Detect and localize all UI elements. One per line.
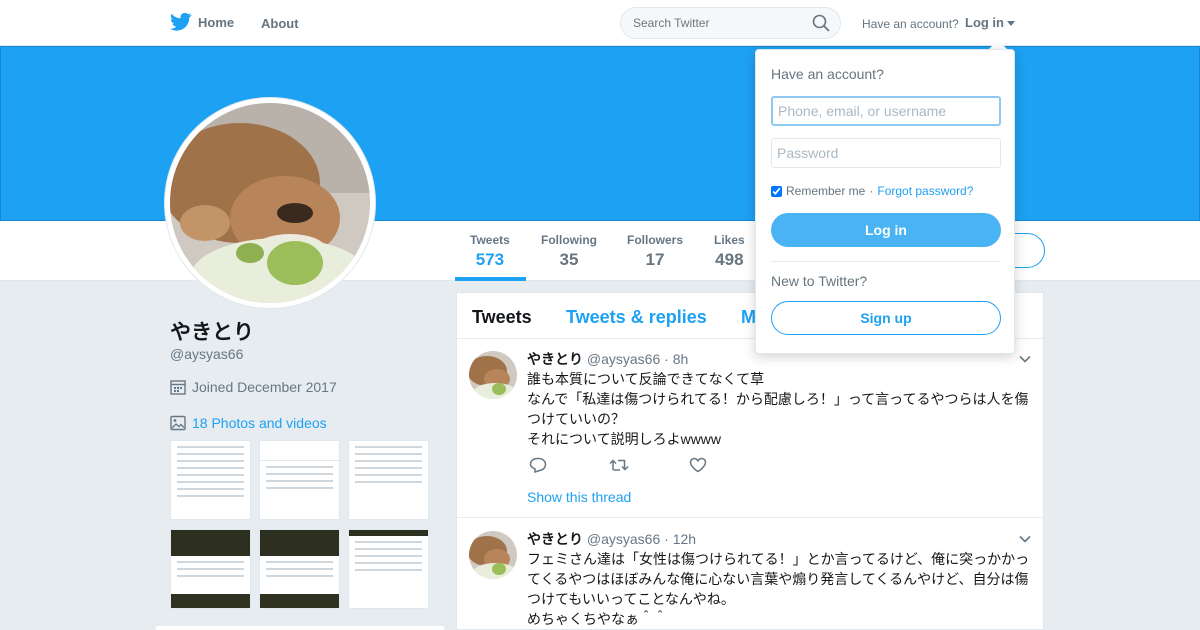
login-dropdown-toggle[interactable]: Log in bbox=[965, 15, 1015, 30]
retweet-icon bbox=[609, 459, 629, 471]
tweet-text-line: てくるやつはほぼみんな俺に心ない言葉や煽り発言してくるんやけど、自分は傷 bbox=[527, 571, 1029, 587]
username-field[interactable] bbox=[771, 96, 1001, 126]
profile-avatar-frame bbox=[165, 98, 375, 308]
tweet-author-name[interactable]: やきとり bbox=[527, 531, 583, 547]
tweet-actions bbox=[529, 457, 769, 475]
photo-icon bbox=[170, 415, 186, 431]
forgot-password-link[interactable]: Forgot password? bbox=[877, 184, 973, 198]
stat-label: Followers bbox=[627, 233, 684, 247]
twitter-bird-icon bbox=[170, 12, 192, 31]
tab-media[interactable]: M bbox=[741, 307, 756, 328]
tweet-text-line: なんで「私達は傷つけられてる！から配慮しろ！」って言ってるやつらは人を傷 bbox=[527, 391, 1029, 407]
remember-me-row: Remember me · Forgot password? bbox=[771, 184, 973, 198]
stat-followers[interactable]: Followers 17 bbox=[627, 233, 683, 270]
retweet-button[interactable] bbox=[609, 457, 689, 475]
tweet-timestamp[interactable]: · 8h bbox=[664, 351, 688, 367]
tweet-text-line: めちゃくちやなぁ＾＾ bbox=[527, 611, 667, 627]
joined-date-text: Joined December 2017 bbox=[192, 379, 337, 395]
profile-avatar[interactable] bbox=[170, 103, 370, 303]
stat-tweets[interactable]: Tweets 573 bbox=[470, 233, 510, 270]
tweet-text-line: 誰も本質について反論できてなくて草 bbox=[527, 371, 765, 387]
tweet-timestamp[interactable]: · 12h bbox=[664, 531, 696, 547]
tweet-text-line: それについて説明しろよwwww bbox=[527, 431, 722, 447]
separator-dot: · bbox=[869, 184, 874, 198]
login-dropdown: Have an account? Remember me · Forgot pa… bbox=[755, 49, 1015, 354]
login-button[interactable]: Log in bbox=[771, 213, 1001, 247]
tweet-author-handle[interactable]: @aysyas66 bbox=[587, 531, 660, 547]
stat-value: 35 bbox=[559, 250, 579, 269]
tweet-author-handle[interactable]: @aysyas66 bbox=[587, 351, 660, 367]
profile-handle[interactable]: @aysyas66 bbox=[170, 346, 243, 362]
stat-likes[interactable]: Likes 498 bbox=[714, 233, 745, 270]
reply-button[interactable] bbox=[529, 457, 609, 475]
tweet-header: やきとり @aysyas66 · 12h bbox=[527, 529, 696, 549]
calendar-icon bbox=[170, 380, 186, 395]
nav-about-link[interactable]: About bbox=[261, 16, 299, 31]
media-thumbnail[interactable] bbox=[170, 440, 251, 520]
dropdown-divider bbox=[771, 261, 1001, 262]
stat-value: 573 bbox=[475, 250, 505, 269]
chevron-down-icon[interactable] bbox=[1019, 533, 1031, 545]
search-input[interactable] bbox=[620, 7, 841, 39]
tweet[interactable]: やきとり @aysyas66 · 8h 誰も本質について反論できてなくて草 なん… bbox=[457, 339, 1045, 518]
tweet-avatar[interactable] bbox=[469, 531, 517, 579]
tweet-avatar-image bbox=[469, 531, 517, 579]
dog-photo-image bbox=[170, 103, 370, 303]
tweet[interactable]: やきとり @aysyas66 · 12h フェミさん達は「女性は傷つけられてる！… bbox=[457, 519, 1045, 630]
remember-me-checkbox[interactable] bbox=[771, 185, 782, 197]
active-tab-indicator bbox=[455, 277, 526, 281]
top-navigation-bar: Home About Have an account? Log in bbox=[0, 0, 1200, 46]
stat-label: Likes bbox=[714, 233, 745, 247]
have-account-text: Have an account? bbox=[862, 17, 959, 31]
media-thumbnail[interactable] bbox=[348, 529, 429, 609]
like-icon bbox=[689, 457, 707, 473]
profile-name: やきとり bbox=[170, 321, 254, 344]
photos-videos-link[interactable]: 18 Photos and videos bbox=[170, 415, 327, 431]
media-thumbnail[interactable] bbox=[170, 529, 251, 609]
tab-tweets-replies[interactable]: Tweets & replies bbox=[566, 307, 707, 328]
remember-me-label[interactable]: Remember me bbox=[786, 184, 865, 198]
caret-down-icon bbox=[1007, 21, 1015, 27]
sidebar-card-edge bbox=[156, 626, 444, 630]
reply-icon bbox=[529, 457, 547, 474]
stat-value: 17 bbox=[645, 250, 665, 269]
stat-value: 498 bbox=[715, 250, 744, 269]
tweet-text-line: つけていいの？ bbox=[527, 411, 625, 427]
stat-label: Following bbox=[541, 233, 597, 247]
new-to-twitter-text: New to Twitter? bbox=[771, 273, 868, 289]
login-toggle-label: Log in bbox=[965, 15, 1004, 30]
stat-following[interactable]: Following 35 bbox=[541, 233, 597, 270]
media-thumbnail[interactable] bbox=[348, 440, 429, 520]
nav-home-link[interactable]: Home bbox=[170, 12, 234, 32]
tweet-text: フェミさん達は「女性は傷つけられてる！」とか言ってるけど、俺に突っかかっ てくる… bbox=[527, 549, 1032, 629]
stat-label: Tweets bbox=[470, 233, 510, 247]
show-thread-link[interactable]: Show this thread bbox=[527, 489, 631, 505]
password-field[interactable] bbox=[771, 138, 1001, 168]
nav-home-label: Home bbox=[198, 14, 235, 30]
media-thumbnail[interactable] bbox=[259, 440, 340, 520]
like-button[interactable] bbox=[689, 457, 769, 475]
chevron-down-icon[interactable] bbox=[1019, 353, 1031, 365]
search-icon[interactable] bbox=[812, 14, 830, 32]
dropdown-arrow bbox=[989, 40, 1007, 49]
tweet-text: 誰も本質について反論できてなくて草 なんで「私達は傷つけられてる！から配慮しろ！… bbox=[527, 369, 1032, 449]
tweet-text-line: フェミさん達は「女性は傷つけられてる！」とか言ってるけど、俺に突っかかっ bbox=[527, 551, 1030, 567]
tweet-avatar[interactable] bbox=[469, 351, 517, 399]
signup-button[interactable]: Sign up bbox=[771, 301, 1001, 335]
media-thumbnail[interactable] bbox=[259, 529, 340, 609]
tab-tweets[interactable]: Tweets bbox=[472, 307, 532, 328]
tweet-text-line: つけてもいいってことなんやね。 bbox=[527, 591, 735, 607]
tweet-author-name[interactable]: やきとり bbox=[527, 351, 583, 367]
joined-date: Joined December 2017 bbox=[170, 379, 337, 395]
photos-videos-label: 18 Photos and videos bbox=[192, 415, 327, 431]
dropdown-title: Have an account? bbox=[771, 66, 884, 82]
tweet-avatar-image bbox=[469, 351, 517, 399]
tweet-header: やきとり @aysyas66 · 8h bbox=[527, 349, 688, 369]
